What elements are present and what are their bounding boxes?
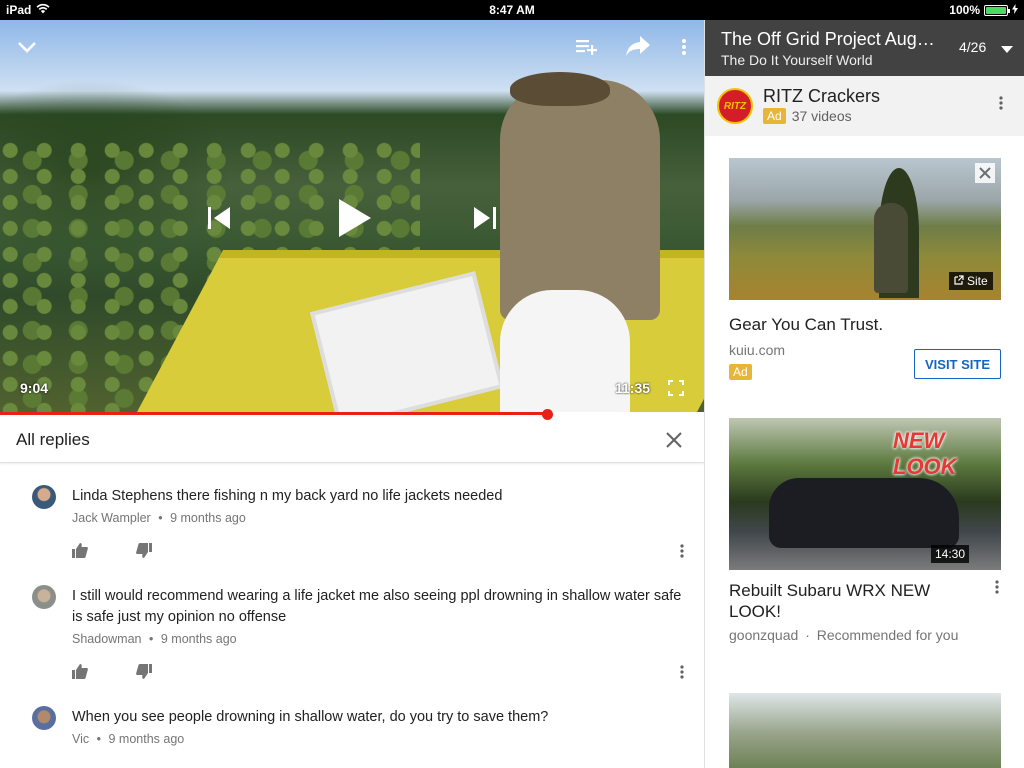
video-frame-hat xyxy=(510,72,610,106)
thumbnail-text: NEW LOOK xyxy=(893,428,957,479)
next-icon[interactable] xyxy=(470,204,498,232)
close-icon[interactable] xyxy=(664,430,684,450)
meta-separator: • xyxy=(96,732,102,746)
meta-separator: • xyxy=(148,632,154,646)
playlist-title: The Off Grid Project Augu... xyxy=(721,29,941,49)
comment-age: 9 months ago xyxy=(108,732,185,746)
avatar[interactable] xyxy=(32,485,56,509)
video-meta: goonzquad · Recommended for you xyxy=(729,627,958,643)
comment-actions xyxy=(72,664,152,684)
comment-meta: Jack Wampler • 9 months ago xyxy=(72,511,246,525)
comment-meta: Vic • 9 months ago xyxy=(72,732,184,746)
charging-icon xyxy=(1012,3,1018,17)
minimize-chevron-icon[interactable] xyxy=(14,36,40,58)
comment-age: 9 months ago xyxy=(170,511,246,525)
ad-channel-name: RITZ Crackers xyxy=(763,86,880,106)
external-link-icon xyxy=(954,274,964,288)
comment-author[interactable]: Jack Wampler xyxy=(72,511,151,525)
comment-text: I still would recommend wearing a life j… xyxy=(72,588,682,625)
thumbs-up-icon[interactable] xyxy=(72,543,88,563)
ad-badge: Ad xyxy=(763,108,786,124)
comment-more-icon[interactable] xyxy=(680,665,690,681)
thumbs-up-icon[interactable] xyxy=(72,664,88,684)
status-bar: iPad 8:47 AM 100% xyxy=(0,0,1024,20)
video-player[interactable]: 9:04 11:35 xyxy=(0,20,704,414)
comment-more-icon[interactable] xyxy=(680,544,690,560)
expand-playlist-icon[interactable] xyxy=(1001,41,1013,59)
thumbnail-hunter xyxy=(874,203,908,293)
video-frame-bucket xyxy=(500,290,630,414)
thumbs-down-icon[interactable] xyxy=(136,543,152,563)
replies-title: All replies xyxy=(16,429,90,449)
status-right: 100% xyxy=(949,3,1018,17)
video-more-icon[interactable] xyxy=(995,580,999,599)
comment-age: 9 months ago xyxy=(160,632,237,646)
playlist-position: 4/26 xyxy=(959,39,987,55)
playlist-channel: The Do It Yourself World xyxy=(721,52,873,68)
video-frame-person xyxy=(500,80,660,320)
video-reason: Recommended for you xyxy=(816,627,959,643)
current-time: 9:04 xyxy=(20,380,49,396)
comment-text: When you see people drowning in shallow … xyxy=(72,709,549,725)
meta-separator: · xyxy=(805,627,810,643)
ad-domain: kuiu.com xyxy=(729,342,786,358)
more-options-icon[interactable] xyxy=(676,36,692,58)
fullscreen-icon[interactable] xyxy=(666,378,686,398)
avatar[interactable] xyxy=(32,585,56,609)
video-thumbnail[interactable] xyxy=(729,693,1001,768)
video-channel[interactable]: goonzquad xyxy=(729,627,798,643)
progress-bar[interactable] xyxy=(0,412,704,415)
ad-more-icon[interactable] xyxy=(999,96,1003,115)
site-badge-label: Site xyxy=(967,274,988,288)
share-icon[interactable] xyxy=(624,34,652,58)
replies-header: All replies xyxy=(0,417,704,463)
play-icon[interactable] xyxy=(334,196,376,240)
comment-meta: Shadowman • 9 months ago xyxy=(72,632,237,646)
comment-text: Linda Stephens there fishing n my back y… xyxy=(72,488,503,504)
ad-badge: Ad xyxy=(729,364,752,380)
comment-author[interactable]: Vic xyxy=(72,732,89,746)
duration-badge: 14:30 xyxy=(931,545,970,563)
avatar[interactable] xyxy=(32,706,56,730)
playlist-header[interactable]: The Off Grid Project Augu... The Do It Y… xyxy=(705,20,1024,76)
video-title[interactable]: Rebuilt Subaru WRX NEW LOOK! xyxy=(729,580,979,622)
comment-author[interactable]: Shadowman xyxy=(72,632,142,646)
previous-icon[interactable] xyxy=(206,204,234,232)
comment-actions xyxy=(72,543,152,563)
ad-channel-row[interactable]: RITZ RITZ Crackers Ad 37 videos xyxy=(705,76,1024,136)
visit-site-button[interactable]: VISIT SITE xyxy=(914,349,1001,379)
add-to-playlist-icon[interactable] xyxy=(574,36,600,58)
site-badge: Site xyxy=(949,272,993,290)
duration: 11:35 xyxy=(615,380,651,396)
thumbs-down-icon[interactable] xyxy=(136,664,152,684)
ad-video-count: 37 videos xyxy=(791,108,852,124)
battery-percent: 100% xyxy=(949,3,980,17)
ad-title[interactable]: Gear You Can Trust. xyxy=(729,315,883,335)
thumbnail-car xyxy=(769,478,959,548)
battery-icon xyxy=(984,4,1010,16)
ad-card-badge-wrap: Ad xyxy=(729,363,752,381)
ritz-logo: RITZ xyxy=(717,88,753,124)
progress-played xyxy=(0,412,547,415)
meta-separator: • xyxy=(158,511,163,525)
right-column: The Off Grid Project Augu... The Do It Y… xyxy=(704,20,1024,768)
ad-channel-sub: Ad 37 videos xyxy=(763,108,852,124)
status-time: 8:47 AM xyxy=(489,3,535,17)
dismiss-ad-icon[interactable] xyxy=(975,163,995,183)
